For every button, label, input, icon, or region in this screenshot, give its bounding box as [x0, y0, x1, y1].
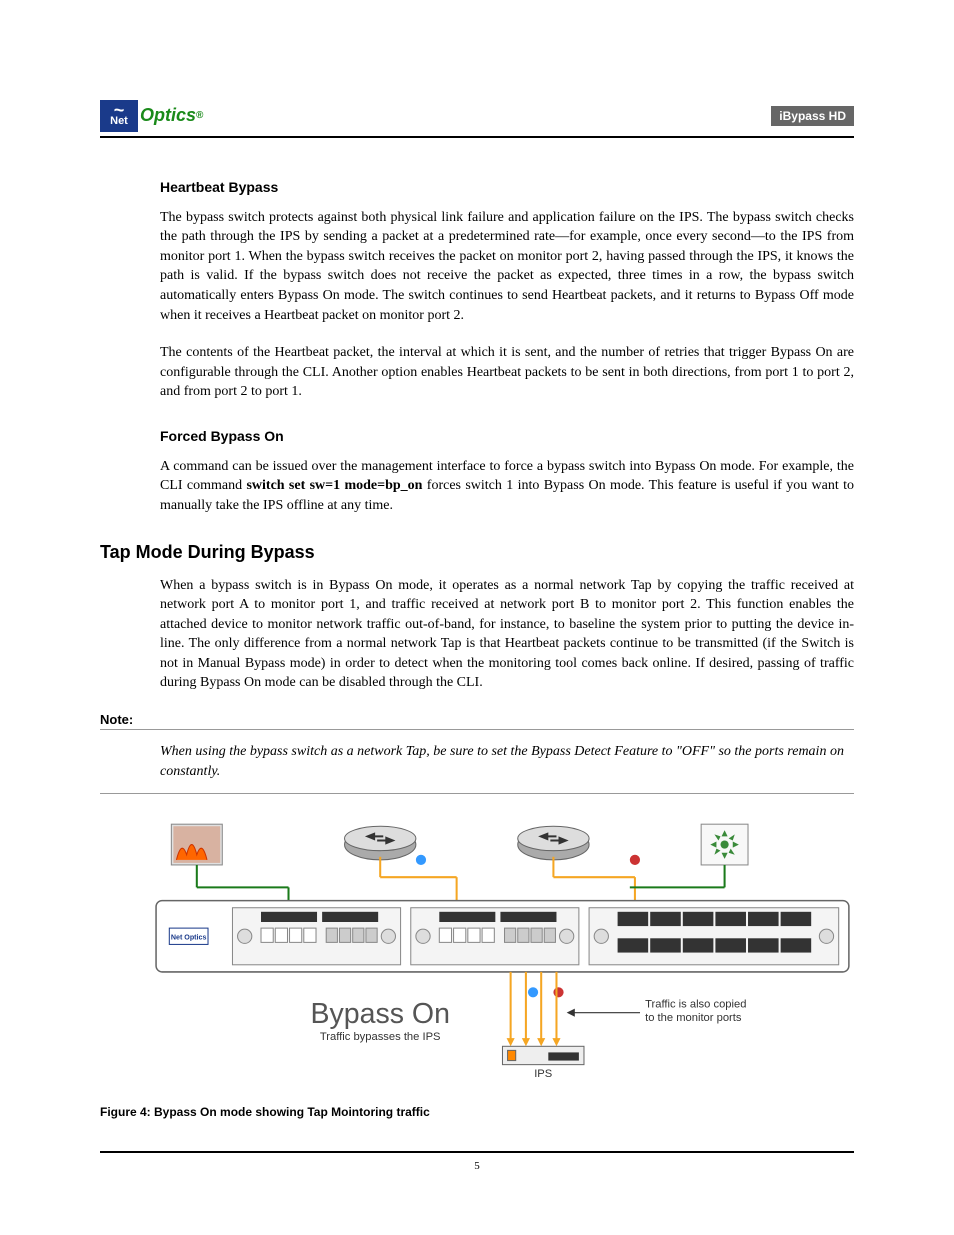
paragraph-heartbeat-2: The contents of the Heartbeat packet, th…: [160, 343, 854, 402]
page-header: Net Optics ® iBypass HD: [100, 100, 854, 138]
heading-tap-mode: Tap Mode During Bypass: [100, 540, 854, 565]
firewall-icon: [171, 825, 222, 866]
link-ips: [511, 972, 557, 1040]
note-divider-bottom: [100, 793, 854, 794]
paragraph-forced: A command can be issued over the managem…: [160, 457, 854, 516]
figure-4: Net Optics: [100, 814, 854, 1120]
logo: Net Optics ®: [100, 100, 203, 132]
bypass-on-title: Bypass On: [310, 998, 449, 1030]
heading-heartbeat-bypass: Heartbeat Bypass: [160, 178, 854, 198]
traffic-note-l1: Traffic is also copied: [645, 999, 746, 1011]
chassis-module-3: [589, 908, 839, 965]
router-left-icon: [345, 827, 416, 861]
page-number: 5: [474, 1160, 480, 1172]
logo-registered: ®: [196, 109, 203, 123]
traffic-note-l2: to the monitor ports: [645, 1012, 742, 1024]
chassis-logo-text: Net Optics: [171, 934, 207, 942]
logo-block-icon: Net: [100, 100, 138, 132]
heading-forced-bypass: Forced Bypass On: [160, 427, 854, 447]
cli-command: switch set sw=1 mode=bp_on: [246, 478, 422, 493]
logo-net-text: Net: [110, 114, 128, 129]
page-footer: 5: [100, 1151, 854, 1174]
link-ips-arrows: [507, 1039, 561, 1047]
note-label: Note:: [100, 711, 133, 729]
logo-optics-text: Optics: [140, 103, 196, 128]
dot-blue-bottom: [528, 988, 538, 998]
switch-icon: [701, 825, 748, 866]
dot-blue-left: [416, 855, 426, 865]
paragraph-tap: When a bypass switch is in Bypass On mod…: [160, 576, 854, 694]
bypass-subtitle: Traffic bypasses the IPS: [320, 1032, 441, 1044]
dot-red-bottom: [553, 988, 563, 998]
dot-red-right: [630, 855, 640, 865]
chassis-module-2: [411, 908, 579, 965]
chassis-module-1: [232, 908, 400, 965]
router-right-icon: [518, 827, 589, 861]
paragraph-heartbeat-1: The bypass switch protects against both …: [160, 208, 854, 326]
ips-device-icon: [502, 1047, 584, 1065]
diagram-svg: Net Optics: [100, 814, 854, 1089]
figure-caption: Figure 4: Bypass On mode showing Tap Moi…: [100, 1104, 854, 1121]
product-badge: iBypass HD: [771, 106, 854, 127]
main-content: Heartbeat Bypass The bypass switch prote…: [100, 178, 854, 1121]
ips-label: IPS: [534, 1068, 552, 1080]
note-text: When using the bypass switch as a networ…: [160, 742, 854, 781]
note-divider-top: Note:: [100, 711, 854, 730]
